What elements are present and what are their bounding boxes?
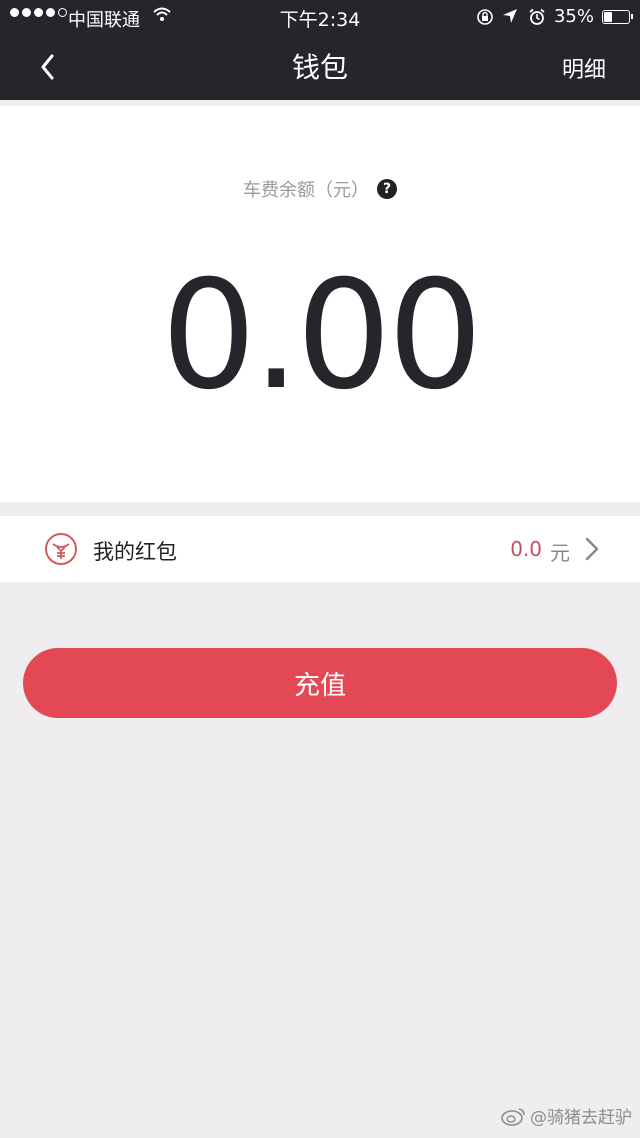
- page-title: 钱包: [291, 51, 348, 84]
- navigation-bar: 钱包 明细: [0, 34, 640, 100]
- watermark-text: @骑猪去赶驴: [530, 1108, 632, 1128]
- balance-amount: 0.00: [161, 249, 483, 423]
- alarm-icon: [528, 8, 546, 26]
- red-packet-label: 我的红包: [93, 540, 177, 564]
- red-packet-value: 0.0: [510, 537, 542, 561]
- watermark: @骑猪去赶驴: [500, 1103, 632, 1128]
- red-packet-icon: [44, 532, 78, 566]
- battery-percent: 35%: [553, 6, 594, 27]
- weibo-logo-icon: [501, 1107, 525, 1126]
- red-packet-row[interactable]: 我的红包 0.0 元: [0, 516, 640, 582]
- chevron-right-icon: [582, 534, 602, 564]
- recharge-button[interactable]: 充值: [23, 648, 617, 718]
- detail-button[interactable]: 明细: [562, 52, 606, 84]
- rotation-lock-icon: [476, 8, 494, 26]
- balance-label: 车费余额（元）: [243, 180, 369, 201]
- battery-icon: [602, 9, 633, 24]
- status-bar: 中国联通 下午2:34 35%: [0, 0, 640, 34]
- help-icon[interactable]: ?: [377, 179, 397, 199]
- balance-label-row: 车费余额（元） ?: [0, 176, 640, 202]
- red-packet-unit: 元: [550, 541, 570, 565]
- location-arrow-icon: [502, 8, 520, 26]
- top-bar: 中国联通 下午2:34 35% 钱包 明细: [0, 0, 640, 100]
- balance-card: 车费余额（元） ? 0.00: [0, 106, 640, 502]
